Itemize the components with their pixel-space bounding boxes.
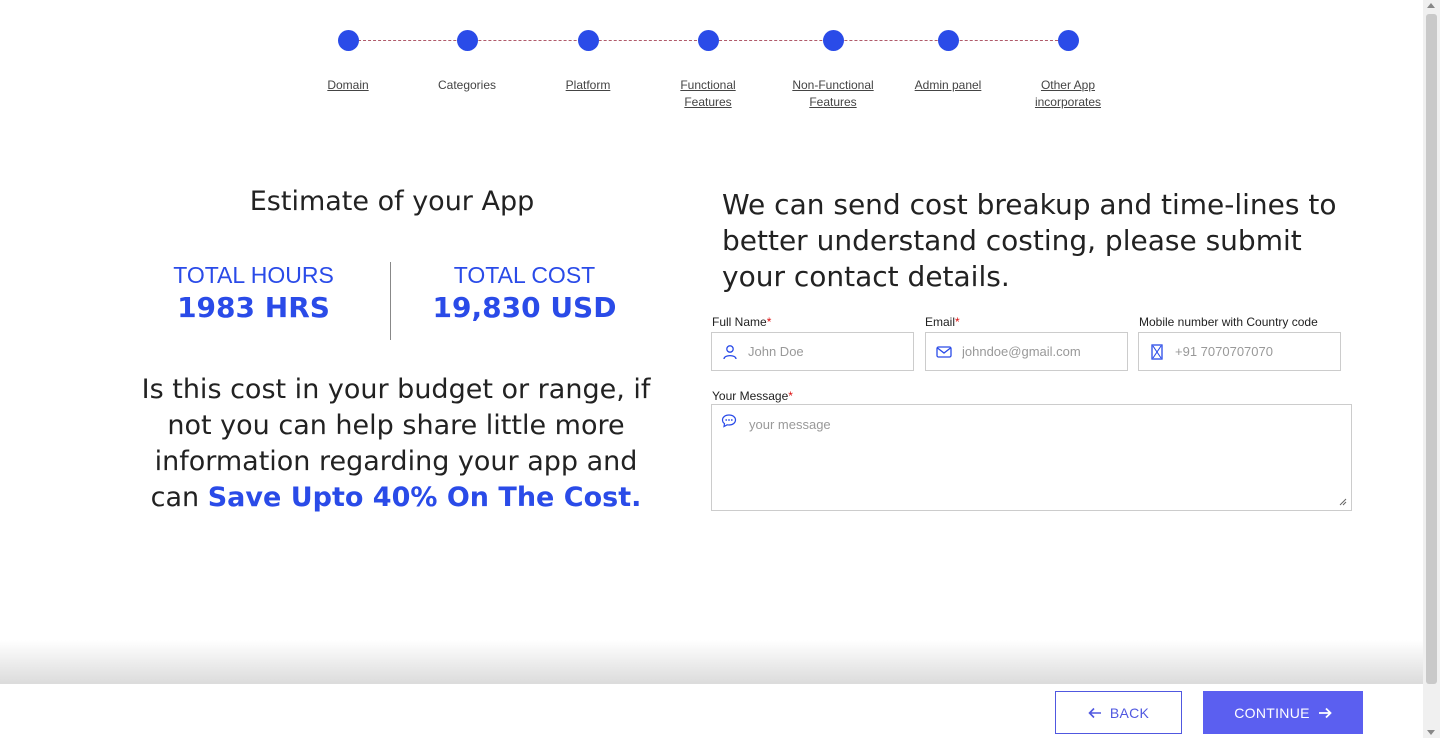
step-label[interactable]: Non-Functional Features (773, 77, 893, 111)
vertical-scrollbar[interactable] (1423, 0, 1440, 738)
total-cost-label: TOTAL COST (453, 262, 596, 288)
full-name-label: Full Name* (712, 315, 772, 329)
step-label[interactable]: Other App incorporates (1008, 77, 1128, 111)
user-icon (723, 345, 737, 360)
total-hours-stat: TOTAL HOURS 1983 HRS (118, 262, 389, 324)
scrollbar-thumb[interactable] (1426, 14, 1437, 684)
step-label[interactable]: Admin panel (888, 77, 1008, 94)
step-label: Categories (437, 78, 497, 92)
step-admin-panel[interactable]: Admin panel (888, 30, 1008, 94)
email-field[interactable] (925, 332, 1128, 371)
total-hours-label: TOTAL HOURS (173, 262, 334, 288)
mobile-label: Mobile number with Country code (1139, 315, 1318, 329)
step-dot (1057, 30, 1079, 51)
step-other-app-incorporates[interactable]: Other App incorporates (1008, 30, 1128, 111)
step-platform[interactable]: Platform (528, 30, 648, 94)
scroll-up-arrow-icon[interactable] (1427, 3, 1435, 8)
email-input[interactable] (962, 333, 1121, 370)
mobile-field[interactable] (1138, 332, 1341, 371)
full-name-input[interactable] (748, 333, 907, 370)
total-hours-value: 1983 HRS (177, 291, 330, 324)
chat-bubble-icon (721, 414, 737, 428)
footer-bar: BACK CONTINUE (0, 684, 1423, 738)
step-label[interactable]: Platform (528, 77, 648, 94)
estimate-page: Domain Categories Platform Functional Fe… (0, 0, 1423, 738)
resize-grip-icon[interactable] (1339, 498, 1347, 506)
step-dot (937, 30, 959, 51)
continue-button[interactable]: CONTINUE (1203, 691, 1363, 734)
email-label: Email* (925, 315, 960, 329)
mobile-phone-icon (1151, 344, 1163, 360)
estimate-title: Estimate of your App (249, 186, 535, 217)
arrow-left-icon (1088, 707, 1101, 718)
total-cost-stat: TOTAL COST 19,830 USD (389, 262, 660, 324)
step-dot (456, 30, 478, 51)
progress-stepper: Domain Categories Platform Functional Fe… (0, 0, 1423, 140)
contact-title: We can send cost breakup and time-lines … (722, 188, 1337, 293)
step-dot (577, 30, 599, 51)
step-functional-features[interactable]: Functional Features (648, 30, 768, 111)
estimate-stats: TOTAL HOURS 1983 HRS TOTAL COST 19,830 U… (118, 262, 660, 340)
arrow-right-icon (1318, 707, 1332, 718)
message-textarea[interactable] (747, 415, 1343, 502)
step-dot (697, 30, 719, 51)
message-label: Your Message* (712, 389, 793, 403)
full-name-field[interactable] (711, 332, 914, 371)
step-label[interactable]: Functional Features (648, 77, 768, 111)
budget-message: Is this cost in your budget or range, if… (130, 372, 662, 516)
step-non-functional-features[interactable]: Non-Functional Features (773, 30, 893, 111)
envelope-icon (936, 346, 952, 358)
mobile-input[interactable] (1175, 333, 1334, 370)
step-dot (337, 30, 359, 51)
continue-button-label: CONTINUE (1234, 704, 1310, 721)
savings-highlight: Save Upto 40% On The Cost. (207, 482, 642, 513)
step-categories[interactable]: Categories (407, 30, 527, 94)
step-dot (822, 30, 844, 51)
total-cost-value: 19,830 USD (432, 291, 617, 324)
message-field[interactable] (711, 404, 1352, 511)
back-button-label: BACK (1109, 704, 1150, 721)
step-domain[interactable]: Domain (288, 30, 408, 94)
scroll-down-arrow-icon[interactable] (1427, 730, 1435, 735)
step-label[interactable]: Domain (288, 77, 408, 94)
footer-shadow (0, 640, 1423, 684)
back-button[interactable]: BACK (1055, 691, 1182, 734)
